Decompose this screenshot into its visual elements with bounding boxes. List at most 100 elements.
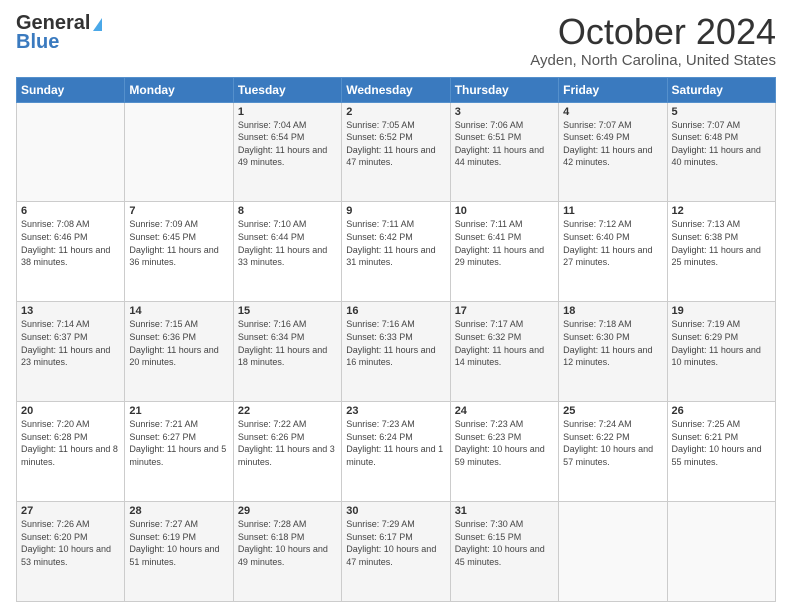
day-number: 20 (21, 405, 120, 417)
day-number: 7 (129, 205, 228, 217)
day-info: Sunrise: 7:20 AMSunset: 6:28 PMDaylight:… (21, 418, 120, 468)
day-number: 25 (563, 405, 662, 417)
day-cell-5-1: 27Sunrise: 7:26 AMSunset: 6:20 PMDayligh… (17, 502, 125, 602)
week-row-2: 6Sunrise: 7:08 AMSunset: 6:46 PMDaylight… (17, 202, 776, 302)
day-cell-2-2: 7Sunrise: 7:09 AMSunset: 6:45 PMDaylight… (125, 202, 233, 302)
header-tuesday: Tuesday (233, 77, 341, 102)
day-info: Sunrise: 7:05 AMSunset: 6:52 PMDaylight:… (346, 119, 445, 169)
day-info: Sunrise: 7:26 AMSunset: 6:20 PMDaylight:… (21, 518, 120, 568)
day-info: Sunrise: 7:10 AMSunset: 6:44 PMDaylight:… (238, 218, 337, 268)
day-cell-1-7: 5Sunrise: 7:07 AMSunset: 6:48 PMDaylight… (667, 102, 775, 202)
day-cell-1-2 (125, 102, 233, 202)
calendar-table: Sunday Monday Tuesday Wednesday Thursday… (16, 77, 776, 602)
header-thursday: Thursday (450, 77, 558, 102)
day-number: 8 (238, 205, 337, 217)
day-cell-4-4: 23Sunrise: 7:23 AMSunset: 6:24 PMDayligh… (342, 402, 450, 502)
day-number: 14 (129, 305, 228, 317)
day-cell-3-6: 18Sunrise: 7:18 AMSunset: 6:30 PMDayligh… (559, 302, 667, 402)
header-monday: Monday (125, 77, 233, 102)
day-number: 30 (346, 505, 445, 517)
day-number: 15 (238, 305, 337, 317)
month-title: October 2024 (530, 12, 776, 52)
day-cell-1-3: 1Sunrise: 7:04 AMSunset: 6:54 PMDaylight… (233, 102, 341, 202)
day-number: 10 (455, 205, 554, 217)
day-info: Sunrise: 7:25 AMSunset: 6:21 PMDaylight:… (672, 418, 771, 468)
day-number: 28 (129, 505, 228, 517)
day-cell-1-6: 4Sunrise: 7:07 AMSunset: 6:49 PMDaylight… (559, 102, 667, 202)
day-cell-3-3: 15Sunrise: 7:16 AMSunset: 6:34 PMDayligh… (233, 302, 341, 402)
day-info: Sunrise: 7:04 AMSunset: 6:54 PMDaylight:… (238, 119, 337, 169)
day-info: Sunrise: 7:09 AMSunset: 6:45 PMDaylight:… (129, 218, 228, 268)
day-number: 27 (21, 505, 120, 517)
day-number: 2 (346, 106, 445, 118)
day-number: 26 (672, 405, 771, 417)
day-info: Sunrise: 7:13 AMSunset: 6:38 PMDaylight:… (672, 218, 771, 268)
day-cell-2-6: 11Sunrise: 7:12 AMSunset: 6:40 PMDayligh… (559, 202, 667, 302)
day-cell-1-1 (17, 102, 125, 202)
day-info: Sunrise: 7:11 AMSunset: 6:42 PMDaylight:… (346, 218, 445, 268)
day-cell-3-5: 17Sunrise: 7:17 AMSunset: 6:32 PMDayligh… (450, 302, 558, 402)
day-cell-1-5: 3Sunrise: 7:06 AMSunset: 6:51 PMDaylight… (450, 102, 558, 202)
day-number: 17 (455, 305, 554, 317)
day-cell-5-2: 28Sunrise: 7:27 AMSunset: 6:19 PMDayligh… (125, 502, 233, 602)
day-info: Sunrise: 7:11 AMSunset: 6:41 PMDaylight:… (455, 218, 554, 268)
day-number: 4 (563, 106, 662, 118)
day-number: 18 (563, 305, 662, 317)
day-cell-3-7: 19Sunrise: 7:19 AMSunset: 6:29 PMDayligh… (667, 302, 775, 402)
day-info: Sunrise: 7:23 AMSunset: 6:24 PMDaylight:… (346, 418, 445, 468)
day-number: 1 (238, 106, 337, 118)
day-info: Sunrise: 7:17 AMSunset: 6:32 PMDaylight:… (455, 318, 554, 368)
day-cell-4-5: 24Sunrise: 7:23 AMSunset: 6:23 PMDayligh… (450, 402, 558, 502)
day-number: 12 (672, 205, 771, 217)
day-cell-5-3: 29Sunrise: 7:28 AMSunset: 6:18 PMDayligh… (233, 502, 341, 602)
day-cell-3-4: 16Sunrise: 7:16 AMSunset: 6:33 PMDayligh… (342, 302, 450, 402)
day-number: 13 (21, 305, 120, 317)
logo-blue: Blue (16, 31, 59, 54)
day-cell-4-3: 22Sunrise: 7:22 AMSunset: 6:26 PMDayligh… (233, 402, 341, 502)
day-number: 31 (455, 505, 554, 517)
day-info: Sunrise: 7:24 AMSunset: 6:22 PMDaylight:… (563, 418, 662, 468)
page: General Blue October 2024 Ayden, North C… (0, 0, 792, 612)
day-cell-4-6: 25Sunrise: 7:24 AMSunset: 6:22 PMDayligh… (559, 402, 667, 502)
day-cell-1-4: 2Sunrise: 7:05 AMSunset: 6:52 PMDaylight… (342, 102, 450, 202)
header-friday: Friday (559, 77, 667, 102)
week-row-1: 1Sunrise: 7:04 AMSunset: 6:54 PMDaylight… (17, 102, 776, 202)
day-info: Sunrise: 7:28 AMSunset: 6:18 PMDaylight:… (238, 518, 337, 568)
day-info: Sunrise: 7:16 AMSunset: 6:33 PMDaylight:… (346, 318, 445, 368)
title-area: October 2024 Ayden, North Carolina, Unit… (530, 12, 776, 69)
day-number: 6 (21, 205, 120, 217)
day-info: Sunrise: 7:07 AMSunset: 6:49 PMDaylight:… (563, 119, 662, 169)
day-number: 22 (238, 405, 337, 417)
day-number: 24 (455, 405, 554, 417)
day-cell-3-2: 14Sunrise: 7:15 AMSunset: 6:36 PMDayligh… (125, 302, 233, 402)
header-sunday: Sunday (17, 77, 125, 102)
day-info: Sunrise: 7:21 AMSunset: 6:27 PMDaylight:… (129, 418, 228, 468)
day-cell-3-1: 13Sunrise: 7:14 AMSunset: 6:37 PMDayligh… (17, 302, 125, 402)
header-saturday: Saturday (667, 77, 775, 102)
day-cell-4-2: 21Sunrise: 7:21 AMSunset: 6:27 PMDayligh… (125, 402, 233, 502)
location: Ayden, North Carolina, United States (530, 52, 776, 69)
day-info: Sunrise: 7:12 AMSunset: 6:40 PMDaylight:… (563, 218, 662, 268)
week-row-5: 27Sunrise: 7:26 AMSunset: 6:20 PMDayligh… (17, 502, 776, 602)
day-info: Sunrise: 7:15 AMSunset: 6:36 PMDaylight:… (129, 318, 228, 368)
day-number: 23 (346, 405, 445, 417)
day-number: 16 (346, 305, 445, 317)
week-row-4: 20Sunrise: 7:20 AMSunset: 6:28 PMDayligh… (17, 402, 776, 502)
day-cell-5-4: 30Sunrise: 7:29 AMSunset: 6:17 PMDayligh… (342, 502, 450, 602)
day-number: 29 (238, 505, 337, 517)
header-row: Sunday Monday Tuesday Wednesday Thursday… (17, 77, 776, 102)
header-wednesday: Wednesday (342, 77, 450, 102)
day-cell-2-7: 12Sunrise: 7:13 AMSunset: 6:38 PMDayligh… (667, 202, 775, 302)
day-number: 9 (346, 205, 445, 217)
day-info: Sunrise: 7:18 AMSunset: 6:30 PMDaylight:… (563, 318, 662, 368)
day-info: Sunrise: 7:07 AMSunset: 6:48 PMDaylight:… (672, 119, 771, 169)
logo: General Blue (16, 12, 102, 54)
day-info: Sunrise: 7:16 AMSunset: 6:34 PMDaylight:… (238, 318, 337, 368)
day-number: 19 (672, 305, 771, 317)
day-info: Sunrise: 7:30 AMSunset: 6:15 PMDaylight:… (455, 518, 554, 568)
day-cell-5-5: 31Sunrise: 7:30 AMSunset: 6:15 PMDayligh… (450, 502, 558, 602)
day-info: Sunrise: 7:29 AMSunset: 6:17 PMDaylight:… (346, 518, 445, 568)
day-info: Sunrise: 7:23 AMSunset: 6:23 PMDaylight:… (455, 418, 554, 468)
day-cell-5-6 (559, 502, 667, 602)
day-info: Sunrise: 7:22 AMSunset: 6:26 PMDaylight:… (238, 418, 337, 468)
